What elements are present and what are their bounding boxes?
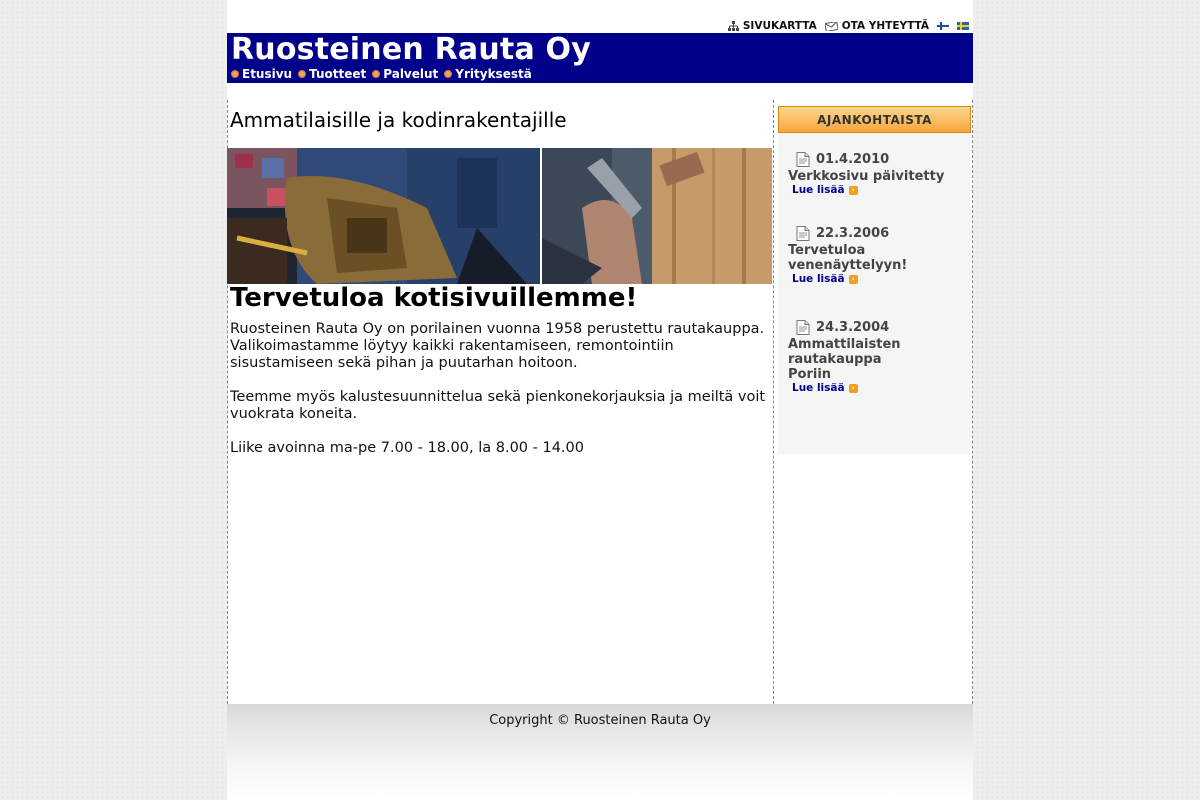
news-title: Tervetuloa venenäyttelyyn! xyxy=(788,243,908,273)
nav-item-yrityksesta[interactable]: Yrityksestä xyxy=(444,67,532,81)
arrow-right-icon: › xyxy=(848,274,858,284)
read-more-link[interactable]: Lue lisää › xyxy=(792,273,968,285)
page-subtitle: Ammatilaisille ja kodinrakentajille xyxy=(230,108,567,132)
nav-item-tuotteet[interactable]: Tuotteet xyxy=(298,67,366,81)
news-date-row: 01.4.2010 xyxy=(788,152,968,167)
nav-label: Palvelut xyxy=(383,67,439,81)
news-item: 01.4.2010 Verkkosivu päivitetty Lue lisä… xyxy=(788,152,968,196)
bullet-icon xyxy=(231,70,239,78)
page: SIVUKARTTA OTA YHTEYTTÄ Ruosteinen Rauta… xyxy=(227,0,973,800)
bullet-icon xyxy=(298,70,307,78)
swedish-flag-icon[interactable] xyxy=(957,22,969,30)
document-icon xyxy=(796,226,810,241)
site-header: Ruosteinen Rauta Oy Etusivu Tuotteet Pal… xyxy=(227,33,973,83)
read-more-label: Lue lisää xyxy=(792,273,845,285)
intro-paragraph: Ruosteinen Rauta Oy on porilainen vuonna… xyxy=(230,321,765,371)
finnish-flag-icon[interactable] xyxy=(937,22,949,30)
news-item: 24.3.2004 Ammattilaisten rautakauppa Por… xyxy=(788,320,968,394)
news-date: 01.4.2010 xyxy=(816,152,890,167)
top-links: SIVUKARTTA OTA YHTEYTTÄ xyxy=(727,19,969,33)
intro-text: Ruosteinen Rauta Oy on porilainen vuonna… xyxy=(230,321,770,474)
news-item: 22.3.2006 Tervetuloa venenäyttelyyn! Lue… xyxy=(788,226,968,285)
contact-link[interactable]: OTA YHTEYTTÄ xyxy=(824,20,929,32)
read-more-link[interactable]: Lue lisää › xyxy=(792,382,968,394)
news-date: 22.3.2006 xyxy=(816,226,890,241)
sitemap-label: SIVUKARTTA xyxy=(742,20,817,32)
main-nav: Etusivu Tuotteet Palvelut Yrityksestä xyxy=(231,67,532,81)
column-divider xyxy=(773,100,774,704)
hero-photo-hammer xyxy=(542,148,772,284)
sitemap-link[interactable]: SIVUKARTTA xyxy=(727,20,817,32)
hero-photo-toolbelt xyxy=(227,148,540,284)
nav-item-palvelut[interactable]: Palvelut xyxy=(372,67,438,81)
arrow-right-icon: › xyxy=(848,383,858,393)
nav-label: Tuotteet xyxy=(309,67,367,81)
hero-banner xyxy=(227,148,772,284)
news-date: 24.3.2004 xyxy=(816,320,890,335)
envelope-icon xyxy=(824,21,838,31)
bullet-icon xyxy=(444,70,453,78)
site-title: Ruosteinen Rauta Oy xyxy=(231,32,591,67)
sitemap-icon xyxy=(727,21,739,31)
arrow-right-icon: › xyxy=(848,185,858,195)
read-more-label: Lue lisää xyxy=(792,184,845,196)
news-date-row: 24.3.2004 xyxy=(788,320,968,335)
welcome-heading: Tervetuloa kotisivuillemme! xyxy=(230,283,638,313)
nav-label: Etusivu xyxy=(242,67,293,81)
site-footer: Copyright © Ruosteinen Rauta Oy xyxy=(227,704,973,800)
document-icon xyxy=(796,320,810,335)
contact-label: OTA YHTEYTTÄ xyxy=(841,20,929,32)
opening-hours: Liike avoinna ma-pe 7.00 - 18.00, la 8.0… xyxy=(230,440,584,456)
news-date-row: 22.3.2006 xyxy=(788,226,968,241)
read-more-link[interactable]: Lue lisää › xyxy=(792,184,968,196)
news-title: Ammattilaisten rautakauppa Poriin xyxy=(788,337,901,382)
news-title: Verkkosivu päivitetty xyxy=(788,169,945,184)
document-icon xyxy=(796,152,810,167)
read-more-label: Lue lisää xyxy=(792,382,845,394)
news-header: AJANKOHTAISTA xyxy=(778,106,971,133)
nav-item-etusivu[interactable]: Etusivu xyxy=(231,67,292,81)
news-sidebar: AJANKOHTAISTA 01.4.2010 Verkkosivu päivi… xyxy=(778,106,971,454)
nav-label: Yrityksestä xyxy=(455,67,532,81)
copyright-text: Copyright © Ruosteinen Rauta Oy xyxy=(489,713,711,728)
intro-paragraph: Teemme myös kalustesuunnittelua sekä pie… xyxy=(230,389,766,422)
bullet-icon xyxy=(372,70,381,78)
